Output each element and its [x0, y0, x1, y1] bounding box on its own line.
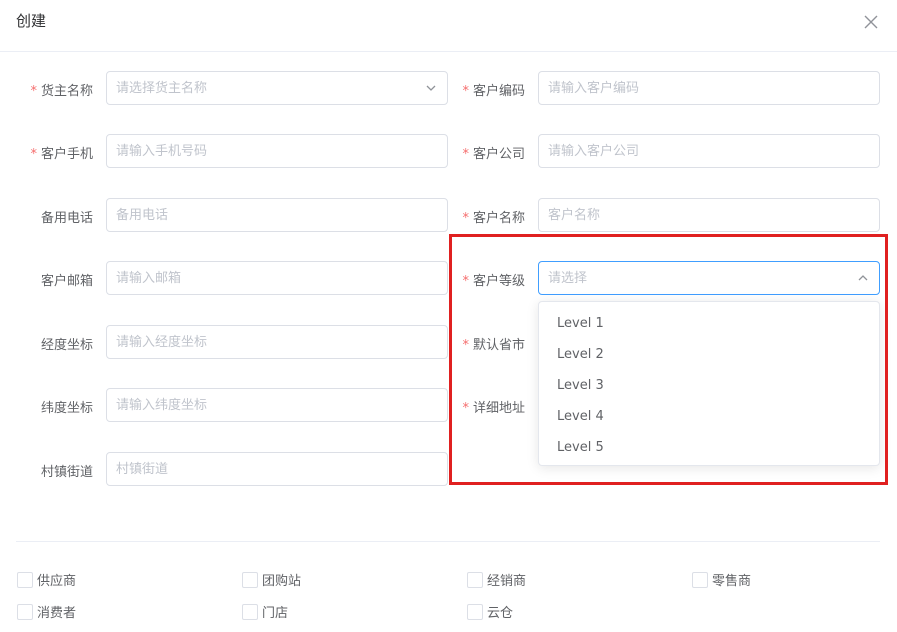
dialog-title: 创建	[16, 12, 47, 30]
backup-phone-input[interactable]	[107, 199, 447, 231]
required-mark: *	[462, 147, 469, 162]
customer-phone-field[interactable]	[106, 134, 448, 168]
close-icon[interactable]	[859, 10, 883, 34]
chevron-up-icon	[858, 275, 868, 281]
dropdown-option-level-4[interactable]: Level 4	[539, 401, 879, 432]
dropdown-option-level-5[interactable]: Level 5	[539, 432, 879, 463]
owner-name-label: * 货主名称	[30, 84, 93, 99]
dropdown-option-level-2[interactable]: Level 2	[539, 339, 879, 370]
checkbox-box[interactable]	[467, 571, 483, 588]
dropdown-option-level-1[interactable]: Level 1	[539, 308, 879, 339]
detail-address-label: * 详细地址	[462, 401, 525, 416]
longitude-label: 经度坐标	[40, 338, 93, 353]
checkbox-retailer[interactable]: 零售商	[692, 570, 751, 589]
required-mark: *	[462, 211, 469, 226]
checkbox-distributor[interactable]: 经销商	[467, 570, 526, 589]
checkbox-box[interactable]	[242, 603, 258, 620]
dropdown-option-level-3[interactable]: Level 3	[539, 370, 879, 401]
checkbox-consumer[interactable]: 消费者	[17, 602, 76, 621]
required-mark: *	[30, 147, 37, 162]
owner-name-select[interactable]	[106, 71, 448, 105]
backup-phone-label: 备用电话	[40, 211, 93, 226]
customer-code-field[interactable]	[538, 71, 880, 105]
checkbox-box[interactable]	[242, 571, 258, 588]
checkbox-box[interactable]	[17, 571, 33, 588]
required-mark: *	[462, 274, 469, 289]
customer-level-input[interactable]	[539, 262, 879, 294]
latitude-field[interactable]	[106, 388, 448, 422]
required-mark: *	[30, 84, 37, 99]
customer-company-field[interactable]	[538, 134, 880, 168]
checkbox-cloud-warehouse[interactable]: 云仓	[467, 602, 513, 621]
checkbox-group-buy-station[interactable]: 团购站	[242, 570, 301, 589]
checkbox-store[interactable]: 门店	[242, 602, 288, 621]
latitude-label: 纬度坐标	[40, 401, 93, 416]
village-street-field[interactable]	[106, 452, 448, 486]
village-street-input[interactable]	[107, 453, 447, 485]
village-street-label: 村镇街道	[40, 465, 93, 480]
customer-phone-input[interactable]	[107, 135, 447, 167]
customer-level-label: * 客户等级	[462, 274, 525, 289]
customer-phone-label: * 客户手机	[30, 147, 93, 162]
dialog-header: 创建	[0, 0, 897, 52]
chevron-down-icon	[426, 85, 436, 91]
required-mark: *	[462, 84, 469, 99]
customer-level-select[interactable]	[538, 261, 880, 295]
customer-company-input[interactable]	[539, 135, 879, 167]
required-mark: *	[462, 338, 469, 353]
checkbox-supplier[interactable]: 供应商	[17, 570, 76, 589]
longitude-input[interactable]	[107, 326, 447, 358]
customer-name-field[interactable]	[538, 198, 880, 232]
customer-name-label: * 客户名称	[462, 211, 525, 226]
checkbox-box[interactable]	[692, 571, 708, 588]
required-mark: *	[462, 401, 469, 416]
customer-email-label: 客户邮箱	[40, 274, 93, 289]
customer-name-input[interactable]	[539, 199, 879, 231]
owner-name-input[interactable]	[107, 72, 447, 104]
latitude-input[interactable]	[107, 389, 447, 421]
checkbox-box[interactable]	[17, 603, 33, 620]
customer-code-label: * 客户编码	[462, 84, 525, 99]
checkbox-box[interactable]	[467, 603, 483, 620]
customer-email-input[interactable]	[107, 262, 447, 294]
customer-level-dropdown: Level 1 Level 2 Level 3 Level 4 Level 5	[538, 301, 880, 466]
customer-code-input[interactable]	[539, 72, 879, 104]
customer-company-label: * 客户公司	[462, 147, 525, 162]
default-province-label: * 默认省市	[462, 338, 525, 353]
longitude-field[interactable]	[106, 325, 448, 359]
section-divider	[16, 541, 880, 542]
customer-email-field[interactable]	[106, 261, 448, 295]
backup-phone-field[interactable]	[106, 198, 448, 232]
